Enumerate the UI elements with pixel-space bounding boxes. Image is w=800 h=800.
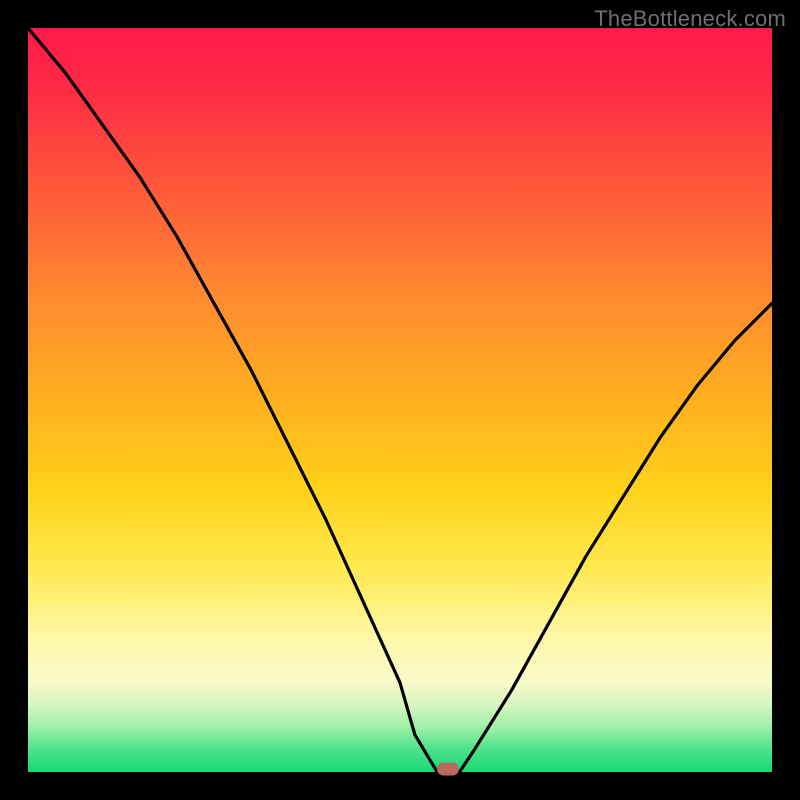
bottleneck-curve bbox=[28, 28, 772, 772]
watermark-text: TheBottleneck.com bbox=[594, 6, 786, 32]
bottleneck-curve-path bbox=[28, 28, 772, 772]
optimum-marker bbox=[437, 763, 459, 776]
chart-frame: TheBottleneck.com bbox=[0, 0, 800, 800]
